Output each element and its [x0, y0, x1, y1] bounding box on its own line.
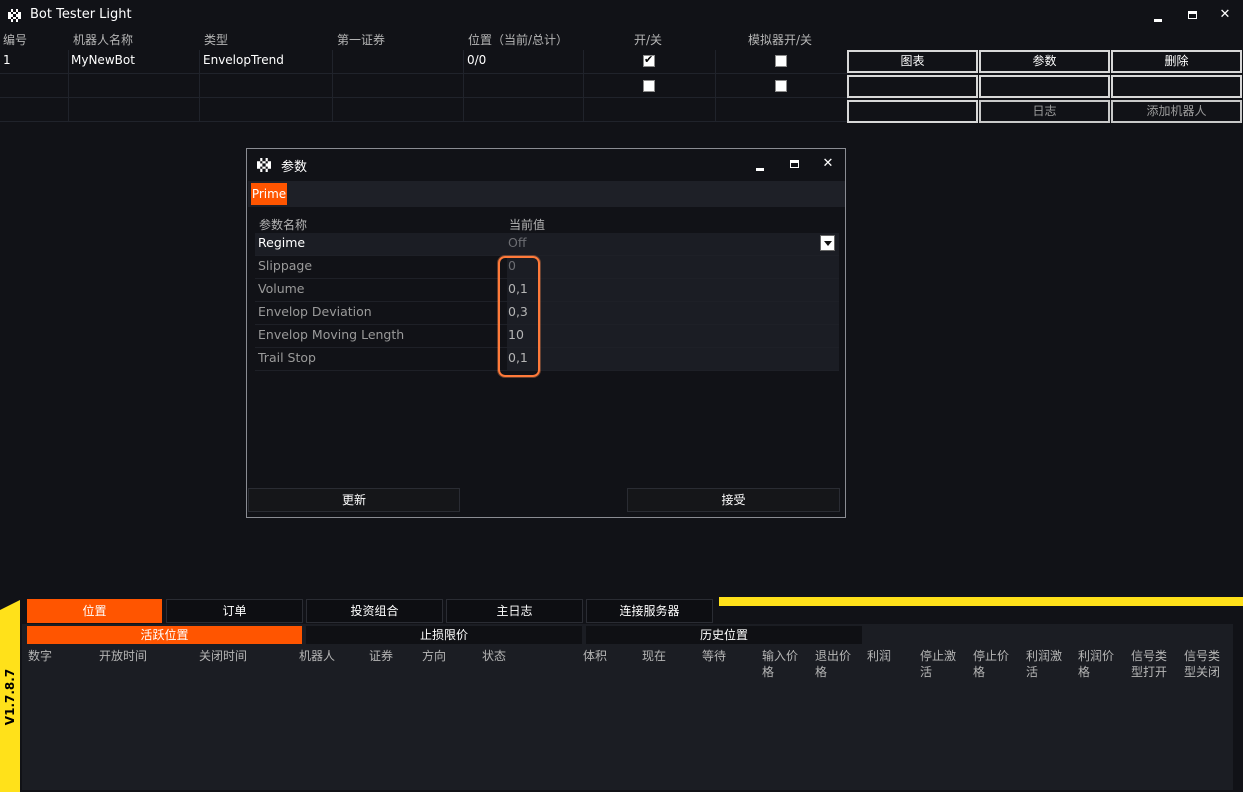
row-security — [333, 98, 464, 122]
bot-on-checkbox[interactable] — [643, 80, 655, 92]
row-position — [464, 74, 584, 98]
values-highlight-outline — [498, 256, 540, 377]
title-bar: Bot Tester Light ✕ — [0, 0, 1243, 30]
chart-button[interactable]: 图表 — [847, 50, 978, 73]
param-row-envelop-moving-length[interactable]: Envelop Moving Length 10 — [255, 325, 839, 348]
row-type — [200, 98, 333, 122]
dialog-tab-strip: Prime — [248, 181, 845, 207]
column-header-profit-activation: 利润激活 — [1026, 649, 1063, 679]
update-button[interactable]: 更新 — [248, 488, 460, 512]
column-header-entry-price: 输入价格 — [762, 649, 799, 679]
parameters-button[interactable]: 参数 — [979, 50, 1110, 73]
tab-orders[interactable]: 订单 — [166, 599, 303, 623]
app-title: Bot Tester Light — [30, 7, 132, 22]
table-row[interactable] — [0, 74, 848, 98]
column-header-current: 现在 — [642, 649, 667, 663]
column-header-profit-price: 利润价格 — [1078, 649, 1115, 679]
param-row-slippage[interactable]: Slippage 0 — [255, 256, 839, 279]
row-bot-name: MyNewBot — [69, 50, 200, 74]
dialog-logo-icon — [257, 158, 271, 172]
row-security — [333, 74, 464, 98]
row-type — [200, 74, 333, 98]
row-id: 1 — [0, 50, 69, 74]
row-security — [333, 50, 464, 74]
bot-on-checkbox[interactable] — [643, 53, 655, 67]
accept-button[interactable]: 接受 — [627, 488, 840, 512]
column-header-signal-close: 信号类型关闭 — [1184, 649, 1221, 679]
column-header-direction: 方向 — [422, 649, 447, 663]
empty-action-button[interactable] — [847, 75, 978, 98]
chevron-down-icon[interactable] — [820, 235, 835, 251]
table-row[interactable] — [0, 98, 848, 122]
column-header-number: 数字 — [28, 649, 53, 663]
param-row-envelop-deviation[interactable]: Envelop Deviation 0,3 — [255, 302, 839, 325]
minimize-icon[interactable] — [1147, 4, 1169, 26]
add-bot-button[interactable]: 添加机器人 — [1111, 100, 1242, 123]
journal-button[interactable]: 日志 — [979, 100, 1110, 123]
row-position — [464, 98, 584, 122]
empty-action-button[interactable] — [979, 75, 1110, 98]
empty-action-button[interactable] — [847, 100, 978, 123]
column-header-stop-activation: 停止激活 — [920, 649, 957, 679]
column-header-security: 证券 — [369, 649, 394, 663]
row-on-cell — [584, 98, 716, 122]
param-value-select[interactable]: Off — [508, 235, 526, 250]
dialog-close-icon[interactable]: ✕ — [817, 153, 839, 175]
param-name: Regime — [258, 235, 306, 250]
param-row-regime[interactable]: Regime Off — [255, 233, 839, 256]
tab-positions[interactable]: 位置 — [27, 599, 162, 623]
dialog-minimize-icon[interactable] — [749, 153, 771, 175]
column-header-close-time: 关闭时间 — [199, 649, 248, 663]
param-value-header: 当前值 — [509, 218, 546, 232]
column-header-open-time: 开放时间 — [99, 649, 148, 663]
maximize-icon[interactable] — [1181, 4, 1203, 26]
tab-portfolio[interactable]: 投资组合 — [306, 599, 443, 623]
column-header-bot: 机器人 — [299, 649, 336, 663]
progress-indicator-bar — [719, 597, 1243, 606]
row-id — [0, 74, 69, 98]
row-bot-name — [69, 98, 200, 122]
column-header-volume: 体积 — [583, 649, 608, 663]
column-header-state: 状态 — [482, 649, 507, 663]
tab-prime[interactable]: Prime — [251, 183, 287, 205]
column-header-exit-price: 退出价格 — [815, 649, 852, 679]
param-row-volume[interactable]: Volume 0,1 — [255, 279, 839, 302]
column-header-profit: 利润 — [867, 649, 892, 663]
subtab-history-positions[interactable]: 历史位置 — [586, 626, 862, 644]
emulator-checkbox[interactable] — [775, 80, 787, 92]
tab-connect-server[interactable]: 连接服务器 — [586, 599, 713, 623]
column-header-stop-price: 停止价格 — [973, 649, 1010, 679]
row-id — [0, 98, 69, 122]
param-name: Volume — [258, 281, 305, 296]
app-logo-icon — [8, 9, 21, 22]
subtab-active-positions[interactable]: 活跃位置 — [27, 626, 302, 644]
column-header-waiting: 等待 — [702, 649, 727, 663]
param-row-trail-stop[interactable]: Trail Stop 0,1 — [255, 348, 839, 371]
delete-button[interactable]: 删除 — [1111, 50, 1242, 73]
tab-main-log[interactable]: 主日志 — [446, 599, 583, 623]
emulator-checkbox[interactable] — [775, 55, 787, 67]
param-name: Slippage — [258, 258, 313, 273]
empty-action-button[interactable] — [1111, 75, 1242, 98]
close-icon[interactable]: ✕ — [1214, 4, 1236, 26]
version-label: V1.7.8.7 — [3, 668, 17, 726]
param-name: Trail Stop — [258, 350, 316, 365]
param-name-header: 参数名称 — [259, 218, 308, 232]
dialog-maximize-icon[interactable] — [783, 153, 805, 175]
subtab-stop-limit[interactable]: 止损限价 — [306, 626, 582, 644]
dialog-title: 参数 — [281, 160, 308, 175]
column-header-signal-open: 信号类型打开 — [1131, 649, 1168, 679]
param-name: Envelop Moving Length — [258, 327, 405, 342]
parameters-dialog: 参数 ✕ Prime 参数名称 当前值 Regime Off Slippage … — [246, 148, 846, 518]
row-position: 0/0 — [464, 50, 584, 74]
row-bot-name — [69, 74, 200, 98]
table-row[interactable]: 1 MyNewBot EnvelopTrend 0/0 — [0, 50, 848, 74]
row-emulator-cell — [716, 98, 848, 122]
param-name: Envelop Deviation — [258, 304, 372, 319]
row-type: EnvelopTrend — [200, 50, 333, 74]
